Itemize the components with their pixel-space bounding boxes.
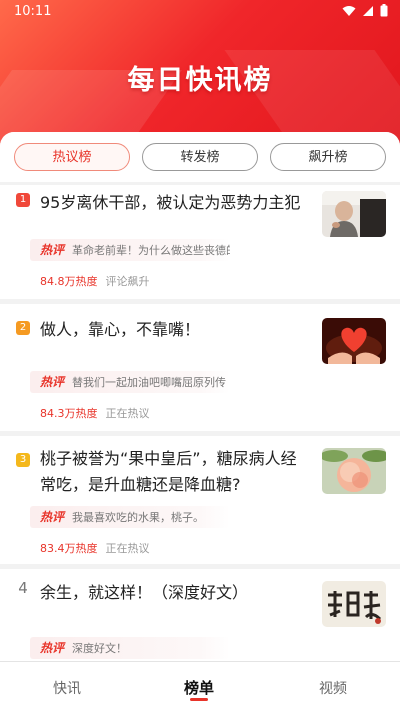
thumbnail-image[interactable] (322, 448, 386, 494)
rank-badge: 4 (18, 579, 28, 597)
list-item[interactable]: 3 桃子被誉为“果中皇后”，糖尿病人经常吃，是升血糖还是降血糖? 热评 我最喜欢吃… (0, 436, 400, 564)
trend-status: 评论飙升 (105, 275, 150, 288)
list-item[interactable]: 2 做人，靠心，不靠嘴！ 热评 替我们一起加油吧唧嘴屈原列传 84.3万热度 正在热… (0, 304, 400, 431)
rank-badge: 1 (16, 193, 30, 207)
comment-text: 革命老前辈！为什么做这些丧德的事? (72, 244, 230, 257)
rank-badge: 3 (16, 453, 30, 467)
comment-text: 深度好文！ (72, 642, 128, 655)
item-headline[interactable]: 95岁离休干部，被认定为恶势力主犯 (40, 189, 305, 216)
status-time: 10:11 (14, 4, 52, 19)
ranking-panel: 热议榜 转发榜 飙升榜 1 95岁离休干部，被认定为恶势力主犯 热评 革命老前辈！… (0, 132, 400, 712)
page-title: 每日快讯榜 (127, 65, 273, 96)
rank-badge: 2 (16, 321, 30, 335)
list-item[interactable]: 4 余生，就这样！（深度好文） 热评 深度好文！ (0, 569, 400, 669)
trend-status: 正在热议 (105, 407, 150, 420)
thumbnail-image[interactable] (322, 191, 386, 237)
hot-comment[interactable]: 热评 替我们一起加油吧唧嘴屈原列传 (30, 371, 230, 393)
hot-comment[interactable]: 热评 我最喜欢吃的水果，桃子。 (30, 506, 230, 528)
thumbnail-image[interactable] (322, 318, 386, 364)
status-bar: 10:11 (0, 0, 400, 24)
active-indicator (190, 698, 209, 701)
item-headline[interactable]: 余生，就这样！（深度好文） (40, 579, 305, 606)
item-meta: 84.8万热度 评论飙升 (40, 273, 150, 289)
heat-value: 83.4万热度 (40, 542, 98, 555)
tab-hot-discussion[interactable]: 热议榜 (14, 143, 130, 171)
nav-news-flash[interactable]: 快讯 (53, 678, 81, 698)
bottom-navigation: 快讯 榜单 视频 (0, 661, 400, 712)
tab-rising[interactable]: 飙升榜 (270, 143, 386, 171)
hot-comment-tag: 热评 (40, 375, 65, 389)
tab-most-shared[interactable]: 转发榜 (142, 143, 258, 171)
comment-text: 替我们一起加油吧唧嘴屈原列传 (72, 376, 227, 389)
list-item[interactable]: 1 95岁离休干部，被认定为恶势力主犯 热评革命老前辈！为什么做这些丧德的事? … (0, 185, 400, 299)
item-meta: 83.4万热度 正在热议 (40, 540, 150, 556)
heat-value: 84.3万热度 (40, 407, 98, 420)
heat-value: 84.8万热度 (40, 275, 98, 288)
battery-icon (380, 4, 388, 17)
hot-comment[interactable]: 热评革命老前辈！为什么做这些丧德的事? (30, 239, 230, 261)
tab-bar: 热议榜 转发榜 飙升榜 (0, 132, 400, 182)
nav-rankings[interactable]: 榜单 (184, 677, 215, 701)
wifi-icon (342, 5, 356, 16)
signal-icon (363, 5, 373, 16)
nav-video[interactable]: 视频 (319, 678, 347, 698)
hot-comment[interactable]: 热评 深度好文！ (30, 637, 230, 659)
hot-comment-tag: 热评 (40, 641, 65, 655)
item-meta: 84.3万热度 正在热议 (40, 405, 150, 421)
hot-comment-tag: 热评 (40, 243, 65, 257)
comment-text: 我最喜欢吃的水果，桃子。 (72, 511, 205, 524)
item-headline[interactable]: 做人，靠心，不靠嘴！ (40, 316, 305, 343)
nav-rankings-label: 榜单 (184, 679, 215, 697)
thumbnail-image[interactable] (322, 581, 386, 627)
trend-status: 正在热议 (105, 542, 150, 555)
hot-comment-tag: 热评 (40, 510, 65, 524)
item-headline[interactable]: 桃子被誉为“果中皇后”，糖尿病人经常吃，是升血糖还是降血糖? (40, 446, 305, 498)
